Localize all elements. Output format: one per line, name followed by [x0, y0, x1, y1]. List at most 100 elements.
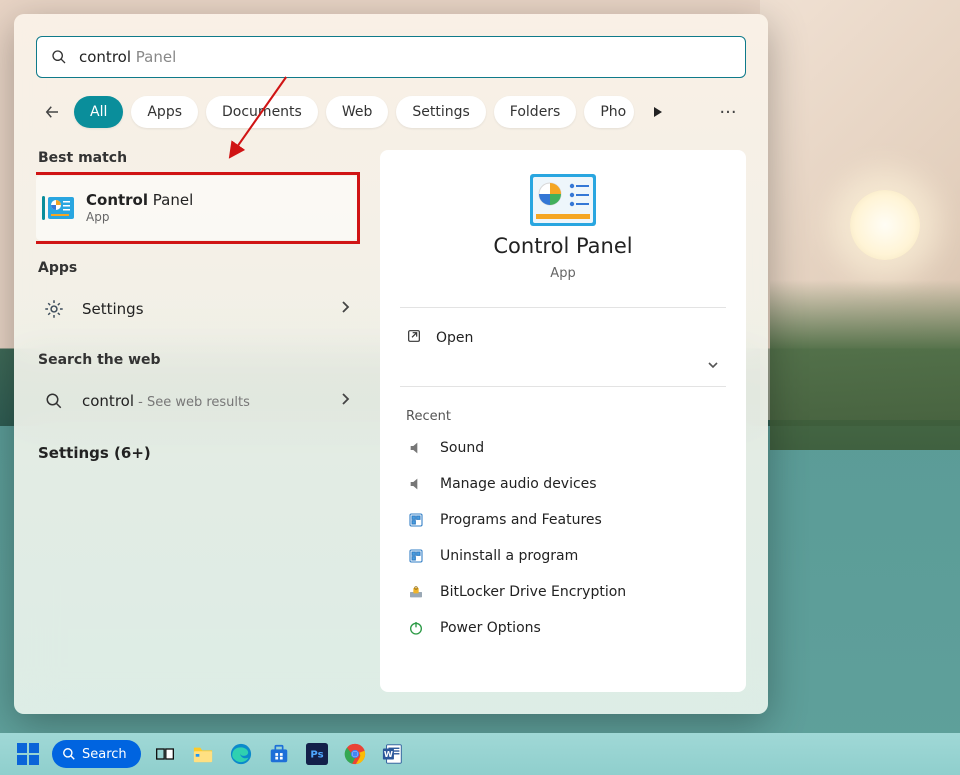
- filter-folders[interactable]: Folders: [494, 96, 577, 128]
- recent-programs-features[interactable]: Programs and Features: [400, 502, 726, 538]
- start-button[interactable]: [14, 740, 42, 768]
- recent-item-label: Uninstall a program: [440, 548, 578, 564]
- settings-gear-icon: [40, 295, 68, 323]
- programs-icon: [406, 546, 426, 566]
- filter-settings[interactable]: Settings: [396, 96, 485, 128]
- overflow-menu-button[interactable]: ···: [712, 96, 744, 128]
- search-icon: [40, 387, 68, 415]
- filter-all-label: All: [90, 104, 107, 120]
- recent-item-label: Sound: [440, 440, 484, 456]
- best-match-result[interactable]: Control Panel App: [36, 176, 358, 240]
- task-view-icon: [155, 744, 175, 764]
- result-settings[interactable]: Settings: [36, 286, 358, 332]
- web-search-term: control: [82, 392, 134, 410]
- store-icon: [268, 743, 290, 765]
- divider: [400, 307, 726, 308]
- best-match-title-light: Panel: [148, 191, 193, 209]
- expand-actions[interactable]: [400, 358, 726, 376]
- start-search-window: control Panel All Apps Documents Web Set…: [14, 14, 768, 714]
- preview-subtitle: App: [550, 266, 575, 281]
- filter-all[interactable]: All: [74, 96, 123, 128]
- back-button[interactable]: [38, 98, 66, 126]
- best-match-header: Best match: [38, 150, 358, 166]
- search-query-suggestion: Panel: [131, 48, 176, 66]
- search-query-typed: control: [79, 48, 131, 66]
- recent-header: Recent: [406, 409, 720, 424]
- best-match-title: Control Panel: [86, 191, 193, 210]
- photoshop-icon: Ps: [306, 743, 328, 765]
- recent-item-label: Programs and Features: [440, 512, 602, 528]
- best-match-subtitle: App: [86, 210, 193, 225]
- divider: [400, 386, 726, 387]
- result-web-label: control - See web results: [82, 392, 326, 410]
- filter-photos[interactable]: Pho: [584, 96, 634, 128]
- filter-web-label: Web: [342, 104, 373, 120]
- microsoft-store-button[interactable]: [265, 740, 293, 768]
- filter-documents-label: Documents: [222, 104, 302, 120]
- word-icon: W: [382, 743, 404, 765]
- search-input-container[interactable]: control Panel: [36, 36, 746, 78]
- triangle-right-icon: [652, 106, 664, 118]
- filter-row: All Apps Documents Web Settings Folders …: [36, 96, 746, 128]
- task-view-button[interactable]: [151, 740, 179, 768]
- filter-documents[interactable]: Documents: [206, 96, 318, 128]
- taskbar-search-button[interactable]: Search: [52, 740, 141, 768]
- power-icon: [406, 618, 426, 638]
- filter-folders-label: Folders: [510, 104, 561, 120]
- taskbar: Search Ps: [0, 733, 960, 775]
- file-explorer-icon: [192, 744, 214, 764]
- more-filters-button[interactable]: [642, 96, 674, 128]
- svg-text:W: W: [384, 749, 393, 759]
- programs-icon: [406, 510, 426, 530]
- search-icon: [62, 747, 76, 761]
- more-horizontal-icon: ···: [719, 102, 736, 123]
- arrow-left-icon: [43, 103, 61, 121]
- recent-sound[interactable]: Sound: [400, 430, 726, 466]
- results-column: Best match: [36, 150, 358, 692]
- recent-uninstall-program[interactable]: Uninstall a program: [400, 538, 726, 574]
- filter-web[interactable]: Web: [326, 96, 389, 128]
- open-action[interactable]: Open: [400, 318, 726, 358]
- settings-more-header: Settings (6+): [38, 444, 358, 462]
- edge-icon: [230, 743, 252, 765]
- annotation-highlight-box: [36, 172, 360, 244]
- chrome-button[interactable]: [341, 740, 369, 768]
- recent-manage-audio[interactable]: Manage audio devices: [400, 466, 726, 502]
- apps-header: Apps: [38, 260, 358, 276]
- chevron-down-icon: [706, 358, 720, 376]
- chevron-right-icon: [340, 393, 350, 409]
- photoshop-button[interactable]: Ps: [303, 740, 331, 768]
- recent-power-options[interactable]: Power Options: [400, 610, 726, 646]
- windows-logo-icon: [17, 743, 39, 765]
- open-external-icon: [406, 328, 422, 348]
- chrome-icon: [344, 743, 366, 765]
- file-explorer-button[interactable]: [189, 740, 217, 768]
- chevron-right-icon: [340, 301, 350, 317]
- preview-pane: Control Panel App Open R: [380, 150, 746, 692]
- svg-text:Ps: Ps: [310, 750, 323, 761]
- desktop-background-sun: [850, 190, 920, 260]
- control-panel-icon: [48, 195, 74, 221]
- filter-photos-label: Pho: [600, 104, 626, 120]
- preview-title: Control Panel: [493, 234, 632, 258]
- filter-settings-label: Settings: [412, 104, 469, 120]
- word-button[interactable]: W: [379, 740, 407, 768]
- result-settings-label: Settings: [82, 300, 326, 318]
- search-icon: [51, 49, 67, 65]
- search-input[interactable]: control Panel: [79, 48, 176, 66]
- recent-item-label: Manage audio devices: [440, 476, 597, 492]
- edge-button[interactable]: [227, 740, 255, 768]
- filter-apps[interactable]: Apps: [131, 96, 198, 128]
- lock-drive-icon: [406, 582, 426, 602]
- best-match-title-bold: Control: [86, 191, 148, 209]
- open-action-label: Open: [436, 330, 473, 346]
- speaker-icon: [406, 438, 426, 458]
- search-web-header: Search the web: [38, 352, 358, 368]
- filter-apps-label: Apps: [147, 104, 182, 120]
- result-web-search[interactable]: control - See web results: [36, 378, 358, 424]
- taskbar-search-label: Search: [82, 747, 127, 762]
- recent-item-label: BitLocker Drive Encryption: [440, 584, 626, 600]
- speaker-icon: [406, 474, 426, 494]
- desktop-background-trees: [770, 280, 960, 450]
- recent-bitlocker[interactable]: BitLocker Drive Encryption: [400, 574, 726, 610]
